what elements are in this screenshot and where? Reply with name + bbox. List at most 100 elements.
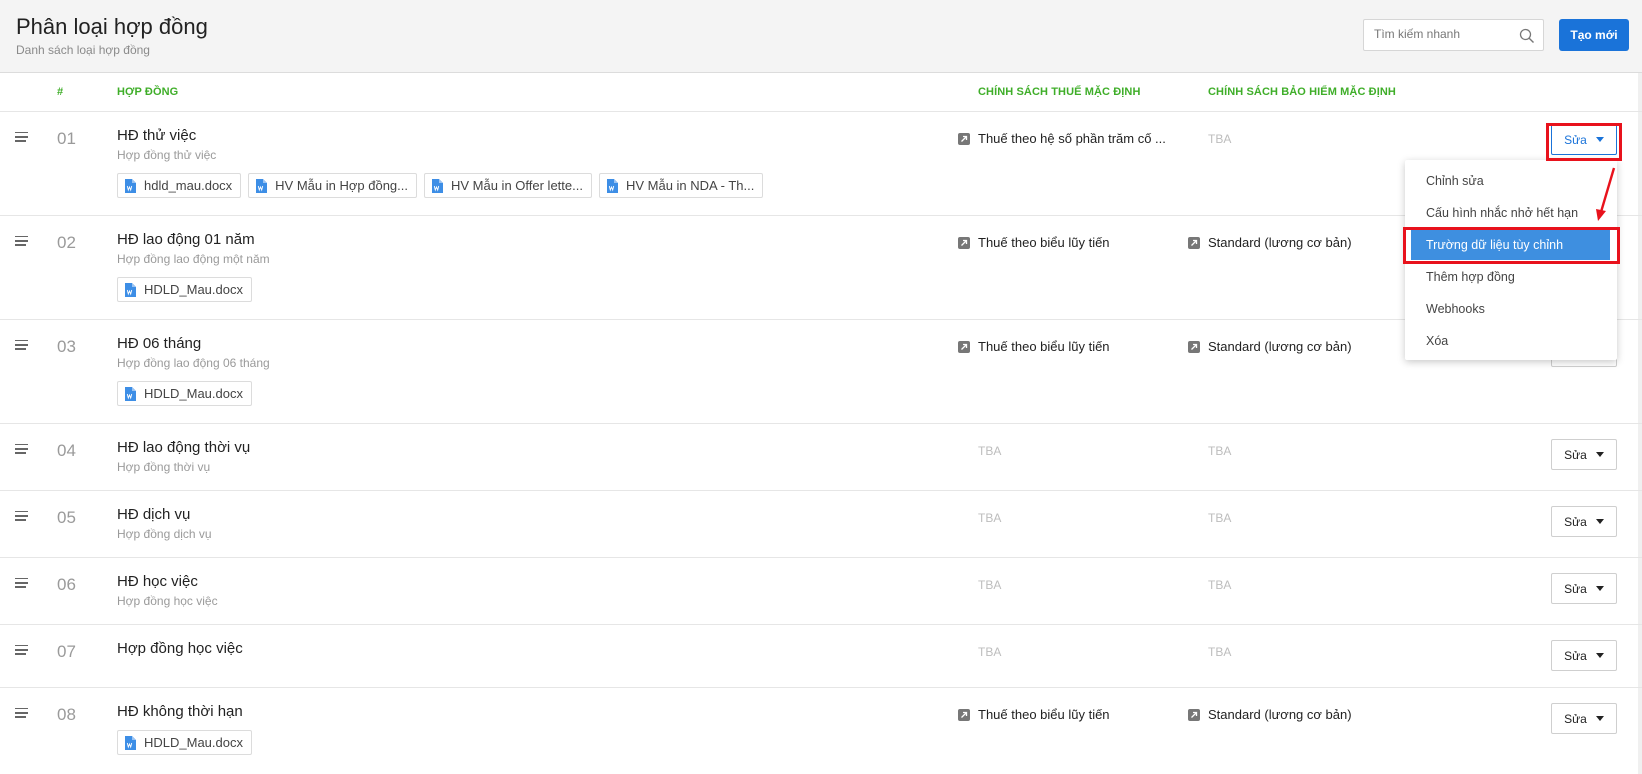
external-link-icon — [958, 132, 970, 145]
table-row: 06 HĐ học việc Hợp đồng học việc TBA TBA… — [0, 558, 1642, 625]
word-file-icon — [125, 735, 136, 750]
row-number: 02 — [57, 233, 76, 252]
drag-handle-icon[interactable] — [15, 444, 28, 454]
drag-handle-icon[interactable] — [15, 340, 28, 350]
row-number: 04 — [57, 441, 76, 460]
page-title: Phân loại hợp đồng — [16, 14, 208, 39]
contract-title: Hợp đồng học việc — [117, 640, 243, 657]
insurance-policy-tba: TBA — [1208, 132, 1232, 146]
insurance-policy-tba: TBA — [1208, 578, 1232, 592]
drag-handle-icon[interactable] — [15, 132, 28, 142]
column-header-insurance-policy: CHÍNH SÁCH BẢO HIỂM MẶC ĐỊNH — [1208, 86, 1396, 98]
file-chip[interactable]: HDLD_Mau.docx — [117, 277, 252, 302]
search-box[interactable] — [1363, 19, 1544, 51]
file-list: HDLD_Mau.docx — [117, 277, 252, 302]
menu-item-edit[interactable]: Chỉnh sửa — [1405, 166, 1617, 196]
tax-policy[interactable]: Thuế theo biểu lũy tiến — [958, 339, 1110, 354]
tax-policy-tba: TBA — [978, 578, 1002, 592]
insurance-policy-tba: TBA — [1208, 511, 1232, 525]
contract-title: HĐ dịch vụ — [117, 506, 191, 523]
table-row: 01 HĐ thử việc Hợp đồng thử việc hdld_ma… — [0, 112, 1642, 216]
menu-item-delete[interactable]: Xóa — [1405, 326, 1617, 356]
drag-handle-icon[interactable] — [15, 708, 28, 718]
contract-title: HĐ không thời hạn — [117, 703, 243, 720]
contract-title: HĐ học việc — [117, 573, 198, 590]
file-chip[interactable]: HDLD_Mau.docx — [117, 730, 252, 755]
column-header-tax-policy: CHÍNH SÁCH THUẾ MẶC ĐỊNH — [978, 86, 1141, 98]
insurance-policy[interactable]: Standard (lương cơ bản) — [1188, 235, 1352, 250]
drag-handle-icon[interactable] — [15, 511, 28, 521]
edit-button[interactable]: Sửa — [1551, 703, 1617, 734]
file-chip[interactable]: HV Mẫu in NDA - Th... — [598, 173, 764, 198]
contract-title: HĐ lao động thời vụ — [117, 439, 251, 456]
insurance-policy-label: Standard (lương cơ bản) — [1208, 339, 1352, 354]
insurance-policy[interactable]: Standard (lương cơ bản) — [1188, 339, 1352, 354]
file-name: HV Mẫu in Hợp đồng... — [275, 178, 408, 193]
edit-button[interactable]: Sửa — [1551, 439, 1617, 470]
external-link-icon — [1188, 236, 1200, 249]
edit-button-label: Sửa — [1564, 648, 1587, 663]
create-button[interactable]: Tạo mới — [1559, 19, 1629, 51]
insurance-policy-tba: TBA — [1208, 645, 1232, 659]
file-list: hdld_mau.docx HV Mẫu in Hợp đồng... HV M… — [117, 173, 764, 198]
file-chip[interactable]: HV Mẫu in Hợp đồng... — [248, 173, 417, 198]
file-list: HDLD_Mau.docx — [117, 381, 252, 406]
search-input[interactable] — [1374, 27, 1514, 41]
edit-button[interactable]: Sửa — [1551, 573, 1617, 604]
word-file-icon — [606, 178, 618, 193]
edit-button[interactable]: Sửa — [1551, 640, 1617, 671]
menu-item-expiry-reminder[interactable]: Cấu hình nhắc nhở hết hạn — [1405, 198, 1617, 228]
column-header-number: # — [57, 86, 64, 98]
word-file-icon — [125, 178, 136, 193]
file-chip[interactable]: HV Mẫu in Offer lette... — [423, 173, 592, 198]
page-header: Phân loại hợp đồng Danh sách loại hợp đồ… — [0, 0, 1642, 73]
contract-title: HĐ lao động 01 năm — [117, 231, 255, 248]
drag-handle-icon[interactable] — [15, 578, 28, 588]
external-link-icon — [958, 708, 970, 721]
edit-button-label: Sửa — [1564, 711, 1587, 726]
tax-policy[interactable]: Thuế theo biểu lũy tiến — [958, 707, 1110, 722]
menu-item-webhooks[interactable]: Webhooks — [1405, 294, 1617, 324]
edit-button[interactable]: Sửa — [1551, 506, 1617, 537]
insurance-policy-tba: TBA — [1208, 444, 1232, 458]
tax-policy-label: Thuế theo hệ số phần trăm cố ... — [978, 131, 1166, 146]
contract-description: Hợp đồng thời vụ — [117, 460, 211, 474]
insurance-policy-label: Standard (lương cơ bản) — [1208, 707, 1352, 722]
row-number: 05 — [57, 508, 76, 527]
tax-policy-tba: TBA — [978, 444, 1002, 458]
highlight-edit-button — [1546, 123, 1622, 161]
menu-item-add-contract[interactable]: Thêm hợp đồng — [1405, 262, 1617, 292]
caret-down-icon — [1595, 653, 1604, 658]
file-chip[interactable]: HDLD_Mau.docx — [117, 381, 252, 406]
row-number: 03 — [57, 337, 76, 356]
contract-description: Hợp đồng học việc — [117, 594, 218, 608]
row-number: 06 — [57, 575, 76, 594]
tax-policy[interactable]: Thuế theo hệ số phần trăm cố ... — [958, 131, 1166, 146]
caret-down-icon — [1595, 586, 1604, 591]
file-name: HV Mẫu in NDA - Th... — [625, 178, 755, 193]
page-subtitle: Danh sách loại hợp đồng — [16, 43, 150, 57]
tax-policy[interactable]: Thuế theo biểu lũy tiến — [958, 235, 1110, 250]
table-row: 02 HĐ lao động 01 năm Hợp đồng lao động … — [0, 216, 1642, 320]
word-file-icon — [256, 178, 268, 193]
tax-policy-tba: TBA — [978, 645, 1002, 659]
search-icon[interactable] — [1519, 28, 1535, 44]
row-number: 08 — [57, 705, 76, 724]
external-link-icon — [958, 340, 970, 353]
tax-policy-label: Thuế theo biểu lũy tiến — [978, 339, 1110, 354]
drag-handle-icon[interactable] — [15, 236, 28, 246]
contract-description: Hợp đồng dịch vụ — [117, 527, 212, 541]
contract-description: Hợp đồng thử việc — [117, 148, 217, 162]
external-link-icon — [1188, 708, 1200, 721]
file-chip[interactable]: hdld_mau.docx — [117, 173, 242, 198]
drag-handle-icon[interactable] — [15, 645, 28, 655]
tax-policy-label: Thuế theo biểu lũy tiến — [978, 707, 1110, 722]
insurance-policy[interactable]: Standard (lương cơ bản) — [1188, 707, 1352, 722]
external-link-icon — [1188, 340, 1200, 353]
word-file-icon — [125, 282, 136, 297]
row-number: 01 — [57, 129, 76, 148]
table-row: 05 HĐ dịch vụ Hợp đồng dịch vụ TBA TBA S… — [0, 491, 1642, 558]
caret-down-icon — [1595, 716, 1604, 721]
table-row: 08 HĐ không thời hạn HDLD_Mau.docx Thuế … — [0, 688, 1642, 774]
table-row: 03 HĐ 06 tháng Hợp đồng lao động 06 thán… — [0, 320, 1642, 424]
